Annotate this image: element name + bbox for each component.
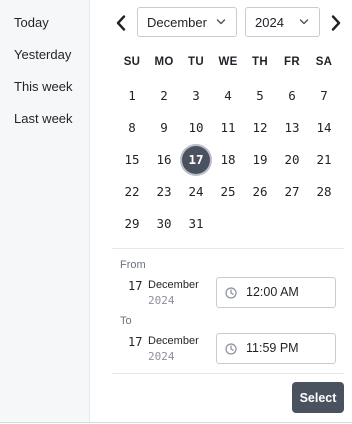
calendar-day[interactable]: 16 xyxy=(150,146,178,174)
calendar-day[interactable]: 18 xyxy=(214,146,242,174)
to-time-input[interactable]: 11:59 PM xyxy=(216,333,336,364)
calendar-day[interactable]: 7 xyxy=(310,82,338,110)
calendar-day[interactable]: 24 xyxy=(182,178,210,206)
month-select-value: December xyxy=(147,14,207,30)
calendar-day[interactable]: 4 xyxy=(214,82,242,110)
calendar-day[interactable]: 19 xyxy=(246,146,274,174)
calendar-day[interactable]: 5 xyxy=(246,82,274,110)
prev-month-button[interactable] xyxy=(112,12,130,34)
calendar-day[interactable]: 23 xyxy=(150,178,178,206)
calendar-day[interactable]: 2 xyxy=(150,82,178,110)
calendar-day[interactable]: 1 xyxy=(118,82,146,110)
clock-icon xyxy=(225,343,237,355)
chevron-right-icon xyxy=(331,15,341,31)
calendar-day[interactable]: 6 xyxy=(278,82,306,110)
calendar-day[interactable]: 25 xyxy=(214,178,242,206)
calendar-day[interactable]: 3 xyxy=(182,82,210,110)
clock-icon xyxy=(225,287,237,299)
preset-today[interactable]: Today xyxy=(14,15,49,30)
weekday-su: SU xyxy=(123,56,141,68)
calendar-day[interactable]: 8 xyxy=(118,114,146,142)
calendar-day[interactable]: 9 xyxy=(150,114,178,142)
weekday-we: WE xyxy=(218,56,238,68)
year-select-value: 2024 xyxy=(255,14,284,30)
weekday-tu: TU xyxy=(188,56,204,68)
calendar-day[interactable]: 29 xyxy=(118,210,146,238)
calendar-day[interactable]: 26 xyxy=(246,178,274,206)
divider xyxy=(112,248,344,249)
month-select[interactable]: December xyxy=(137,7,237,37)
weekday-mo: MO xyxy=(154,56,174,68)
calendar-day[interactable]: 20 xyxy=(278,146,306,174)
calendar-day[interactable]: 28 xyxy=(310,178,338,206)
to-day: 17 xyxy=(128,335,143,349)
divider xyxy=(112,373,344,374)
weekday-sa: SA xyxy=(315,56,333,68)
calendar-day[interactable]: 14 xyxy=(310,114,338,142)
weekday-fr: FR xyxy=(284,56,300,68)
chevron-left-icon xyxy=(116,15,126,31)
preset-yesterday[interactable]: Yesterday xyxy=(14,47,71,62)
from-day: 17 xyxy=(128,279,143,293)
calendar-day[interactable]: 15 xyxy=(118,146,146,174)
calendar-day[interactable]: 30 xyxy=(150,210,178,238)
calendar-day[interactable]: 12 xyxy=(246,114,274,142)
to-year: 2024 xyxy=(148,350,175,363)
calendar-day[interactable]: 21 xyxy=(310,146,338,174)
preset-last-week[interactable]: Last week xyxy=(14,111,73,126)
calendar-day-selected[interactable]: 17 xyxy=(182,146,210,174)
calendar-day[interactable]: 27 xyxy=(278,178,306,206)
to-month: December xyxy=(148,335,199,347)
calendar-day[interactable]: 13 xyxy=(278,114,306,142)
from-month: December xyxy=(148,279,199,291)
from-time-value: 12:00 AM xyxy=(246,285,299,299)
calendar-day[interactable]: 10 xyxy=(182,114,210,142)
bottom-border xyxy=(0,422,352,423)
to-time-value: 11:59 PM xyxy=(246,341,299,355)
from-year: 2024 xyxy=(148,294,175,307)
year-select[interactable]: 2024 xyxy=(245,7,320,37)
preset-sidebar: Today Yesterday This week Last week xyxy=(0,0,90,422)
weekday-th: TH xyxy=(252,56,268,68)
select-button[interactable]: Select xyxy=(292,382,344,413)
next-month-button[interactable] xyxy=(327,12,345,34)
calendar-day[interactable]: 22 xyxy=(118,178,146,206)
calendar-day[interactable]: 31 xyxy=(182,210,210,238)
chevron-down-icon xyxy=(216,19,226,25)
preset-this-week[interactable]: This week xyxy=(14,79,73,94)
from-label: From xyxy=(120,259,146,271)
calendar-day[interactable]: 11 xyxy=(214,114,242,142)
from-time-input[interactable]: 12:00 AM xyxy=(216,277,336,308)
to-label: To xyxy=(120,315,132,327)
chevron-down-icon xyxy=(299,19,309,25)
